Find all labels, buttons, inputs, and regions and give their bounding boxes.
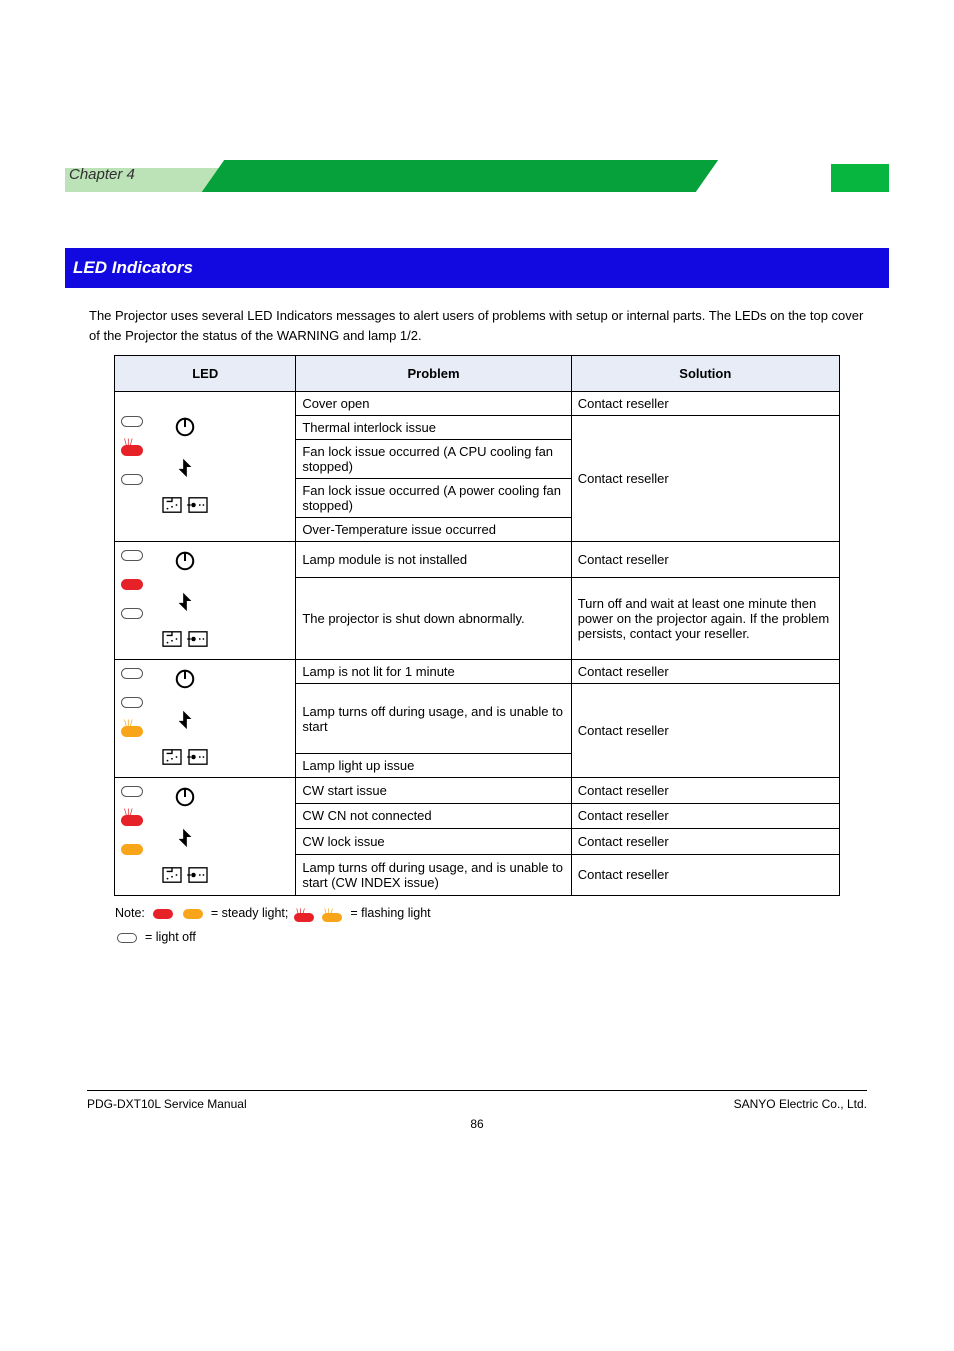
lamp-indicator-red-blink: \ | / xyxy=(121,815,143,826)
legend-flash: = flashing light xyxy=(350,902,430,926)
lamp-off-icon xyxy=(117,933,137,943)
solution-cell: Turn off and wait at least one minute th… xyxy=(571,578,839,660)
warning-icon xyxy=(174,456,196,478)
banner-left: Chapter 4 xyxy=(69,166,135,183)
solution-cell: Contact reseller xyxy=(571,416,839,542)
intro-text: The Projector uses several LED Indicator… xyxy=(89,306,865,345)
legend-note: Note: xyxy=(115,902,145,926)
warning-icon xyxy=(174,826,196,848)
problem-cell: Fan lock issue occurred (A CPU cooling f… xyxy=(296,440,571,479)
led-table: LED Problem Solution \ | / Cover openCon… xyxy=(114,355,840,896)
th-led: LED xyxy=(115,356,296,392)
lamp-orange-flash-icon: \ | / xyxy=(322,906,344,922)
problem-cell: CW lock issue xyxy=(296,829,571,855)
page-number: 86 xyxy=(45,1117,909,1131)
lamp-red-flash-icon: \ | / xyxy=(294,906,316,922)
solution-cell: Contact reseller xyxy=(571,392,839,416)
problem-cell: CW start issue xyxy=(296,778,571,804)
lamp-indicator-off xyxy=(121,697,143,708)
lamp-orange-on-icon xyxy=(183,909,203,919)
power-icon xyxy=(174,550,196,572)
solution-cell: Contact reseller xyxy=(571,778,839,804)
power-icon xyxy=(174,786,196,808)
problem-cell: Lamp turns off during usage, and is unab… xyxy=(296,854,571,896)
problem-cell: Lamp turns off during usage, and is unab… xyxy=(296,684,571,754)
problem-cell: Over-Temperature issue occurred xyxy=(296,518,571,542)
warning-icon xyxy=(174,590,196,612)
warning-icon xyxy=(174,708,196,730)
lamp2-icon xyxy=(187,496,209,514)
section-title: LED Indicators xyxy=(65,248,889,288)
lamp2-icon xyxy=(187,748,209,766)
legend-off: = light off xyxy=(145,926,196,950)
legend: Note: = steady light; \ | / \ | / = flas… xyxy=(115,902,839,950)
lamp-indicator-off xyxy=(121,416,143,427)
problem-cell: Lamp module is not installed xyxy=(296,542,571,578)
solution-cell: Contact reseller xyxy=(571,854,839,896)
lamp-indicator-orange-on xyxy=(121,844,143,855)
banner-right: Troubleshooting xyxy=(711,166,829,183)
lamp-indicator-red-on xyxy=(121,579,143,590)
problem-cell: Lamp is not lit for 1 minute xyxy=(296,660,571,684)
lamp-red-on-icon xyxy=(153,909,173,919)
solution-cell: Contact reseller xyxy=(571,829,839,855)
lamp1-icon xyxy=(161,748,183,766)
led-cell: \ | / xyxy=(115,392,296,542)
problem-cell: Thermal interlock issue xyxy=(296,416,571,440)
footer-left: PDG-DXT10L Service Manual xyxy=(87,1097,247,1111)
solution-cell: Contact reseller xyxy=(571,542,839,578)
problem-cell: The projector is shut down abnormally. xyxy=(296,578,571,660)
footer-right: SANYO Electric Co., Ltd. xyxy=(734,1097,867,1111)
lamp-indicator-red-blink: \ | / xyxy=(121,445,143,456)
problem-cell: Cover open xyxy=(296,392,571,416)
th-problem: Problem xyxy=(296,356,571,392)
lamp1-icon xyxy=(161,866,183,884)
th-solution: Solution xyxy=(571,356,839,392)
legend-steady: = steady light; xyxy=(211,902,288,926)
lamp-indicator-off xyxy=(121,474,143,485)
led-cell: \ | / xyxy=(115,778,296,896)
lamp-indicator-off xyxy=(121,786,143,797)
lamp-indicator-off xyxy=(121,608,143,619)
lamp2-icon xyxy=(187,866,209,884)
lamp2-icon xyxy=(187,630,209,648)
problem-cell: Lamp light up issue xyxy=(296,754,571,778)
lamp1-icon xyxy=(161,496,183,514)
solution-cell: Contact reseller xyxy=(571,684,839,778)
power-icon xyxy=(174,668,196,690)
lamp-indicator-orange-blink: \ | / xyxy=(121,726,143,737)
solution-cell: Contact reseller xyxy=(571,660,839,684)
solution-cell: Contact reseller xyxy=(571,803,839,829)
problem-cell: Fan lock issue occurred (A power cooling… xyxy=(296,479,571,518)
power-icon xyxy=(174,416,196,438)
lamp-indicator-off xyxy=(121,668,143,679)
problem-cell: CW CN not connected xyxy=(296,803,571,829)
lamp1-icon xyxy=(161,630,183,648)
led-cell xyxy=(115,542,296,660)
lamp-indicator-off xyxy=(121,550,143,561)
led-cell: \ | / xyxy=(115,660,296,778)
